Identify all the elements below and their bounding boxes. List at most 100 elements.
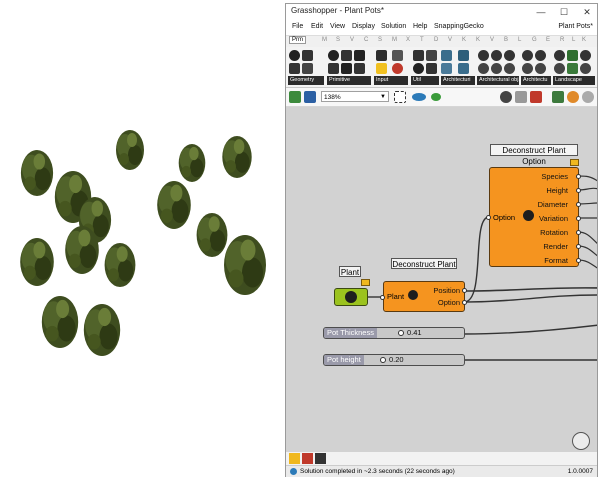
group-label-arch-objects[interactable]: Architectural obj.	[477, 76, 519, 85]
output-diameter[interactable]: Diameter	[538, 200, 568, 209]
arch-object-icon-5[interactable]	[491, 63, 502, 74]
tab-params[interactable]: Prm	[289, 36, 306, 44]
tab-v3[interactable]: V	[490, 37, 494, 43]
shaded-preview-icon[interactable]	[567, 91, 579, 103]
deconstruct-plant-option-component[interactable]: Option Species Height Diameter Variation…	[489, 167, 579, 267]
vector-param-icon[interactable]	[302, 50, 313, 61]
save-icon[interactable]	[304, 91, 316, 103]
open-file-icon[interactable]	[289, 91, 301, 103]
tab-k3[interactable]: K	[582, 37, 586, 43]
record-icon[interactable]	[530, 91, 542, 103]
landscape-icon-4[interactable]	[554, 63, 565, 74]
tab-v[interactable]: V	[350, 37, 354, 43]
tab-e[interactable]: E	[546, 37, 550, 43]
tab-l2[interactable]: L	[572, 37, 575, 43]
curve-param-icon[interactable]	[289, 63, 300, 74]
arch-object-icon-3[interactable]	[504, 50, 515, 61]
slider-handle[interactable]	[380, 357, 386, 363]
output-grip[interactable]	[576, 258, 581, 263]
number-param-icon[interactable]	[354, 50, 365, 61]
text-param-icon[interactable]	[328, 63, 339, 74]
tab-t[interactable]: T	[420, 37, 424, 43]
tab-s[interactable]: S	[336, 37, 340, 43]
landscape-icon-3[interactable]	[580, 50, 591, 61]
surface-param-icon[interactable]	[302, 63, 313, 74]
display-mode-icon[interactable]	[552, 91, 564, 103]
domain-param-icon[interactable]	[341, 63, 352, 74]
option-input[interactable]: Option	[493, 213, 515, 222]
group-label-landscape[interactable]: Landscape	[553, 76, 595, 85]
sketch-icon[interactable]	[431, 93, 441, 101]
data-dam-icon[interactable]	[426, 50, 437, 61]
menu-display[interactable]: Display	[352, 23, 375, 30]
maximize-button[interactable]: ☐	[556, 5, 572, 19]
arch-icon-7[interactable]	[522, 50, 533, 61]
arch-icon-10[interactable]	[535, 63, 546, 74]
output-grip[interactable]	[462, 300, 467, 305]
minimize-button[interactable]: —	[533, 5, 549, 19]
tab-c[interactable]: C	[364, 37, 368, 43]
grasshopper-canvas[interactable]: Plant Deconstruct Plant Plant Position O…	[286, 107, 597, 452]
tab-k2[interactable]: K	[476, 37, 480, 43]
deconstruct-plant-input[interactable]: Plant	[387, 292, 404, 301]
landscape-icon-6[interactable]	[580, 63, 591, 74]
output-grip[interactable]	[576, 244, 581, 249]
material-icon[interactable]	[582, 91, 594, 103]
markup-icon[interactable]	[302, 453, 313, 464]
input-grip[interactable]	[380, 295, 385, 300]
tab-r[interactable]: R	[560, 37, 564, 43]
tab-l[interactable]: L	[518, 37, 521, 43]
input-grip[interactable]	[486, 215, 491, 220]
output-variation[interactable]: Variation	[539, 214, 568, 223]
color-swatch-icon[interactable]	[392, 63, 403, 74]
arch-object-icon-2[interactable]	[491, 50, 502, 61]
architecture-icon-1[interactable]	[441, 50, 452, 61]
plant-param-component[interactable]	[334, 288, 368, 306]
output-position[interactable]: Position	[433, 286, 460, 295]
menu-snappinggecko[interactable]: SnappingGecko	[434, 23, 484, 30]
tab-x[interactable]: X	[406, 37, 410, 43]
output-grip[interactable]	[576, 174, 581, 179]
panel-icon[interactable]	[376, 50, 387, 61]
point-param-icon[interactable]	[289, 50, 300, 61]
title-bar[interactable]: Grasshopper - Plant Pots* — ☐ ✕	[286, 4, 597, 20]
pot-height-slider[interactable]: Pot height 0.20	[323, 354, 465, 366]
tab-k[interactable]: K	[462, 37, 466, 43]
tab-s2[interactable]: S	[378, 37, 382, 43]
output-render[interactable]: Render	[543, 242, 568, 251]
relay-icon[interactable]	[413, 63, 424, 74]
tab-m2[interactable]: M	[392, 37, 397, 43]
arch-icon-8[interactable]	[535, 50, 546, 61]
slider-handle[interactable]	[398, 330, 404, 336]
menu-edit[interactable]: Edit	[311, 23, 323, 30]
tab-v2[interactable]: V	[448, 37, 452, 43]
cluster-icon[interactable]	[413, 50, 424, 61]
tab-g[interactable]: G	[532, 37, 537, 43]
tab-m[interactable]: M	[322, 37, 327, 43]
output-option[interactable]: Option	[438, 298, 460, 307]
output-species[interactable]: Species	[541, 172, 568, 181]
preview-icon[interactable]	[500, 91, 512, 103]
arch-object-icon-6[interactable]	[504, 63, 515, 74]
arch-object-icon-1[interactable]	[478, 50, 489, 61]
landscape-icon-2[interactable]	[567, 50, 578, 61]
zoom-extents-icon[interactable]	[394, 91, 406, 103]
group-label-util[interactable]: Util	[411, 76, 439, 85]
output-grip[interactable]	[576, 188, 581, 193]
output-grip[interactable]	[462, 288, 467, 293]
menu-view[interactable]: View	[330, 23, 345, 30]
menu-solution[interactable]: Solution	[381, 23, 406, 30]
boolean-param-icon[interactable]	[328, 50, 339, 61]
arch-object-icon-4[interactable]	[478, 63, 489, 74]
group-label-primitive[interactable]: Primitive	[327, 76, 371, 85]
close-button[interactable]: ✕	[579, 5, 595, 19]
architecture-icon-4[interactable]	[458, 63, 469, 74]
path-param-icon[interactable]	[354, 63, 365, 74]
jump-icon[interactable]	[426, 63, 437, 74]
zoom-dropdown[interactable]: 138% ▼	[321, 91, 389, 102]
output-grip[interactable]	[576, 202, 581, 207]
architecture-icon-3[interactable]	[441, 63, 452, 74]
output-height[interactable]: Height	[546, 186, 568, 195]
deconstruct-plant-component[interactable]: Plant Position Option	[383, 281, 465, 312]
arch-icon-9[interactable]	[522, 63, 533, 74]
